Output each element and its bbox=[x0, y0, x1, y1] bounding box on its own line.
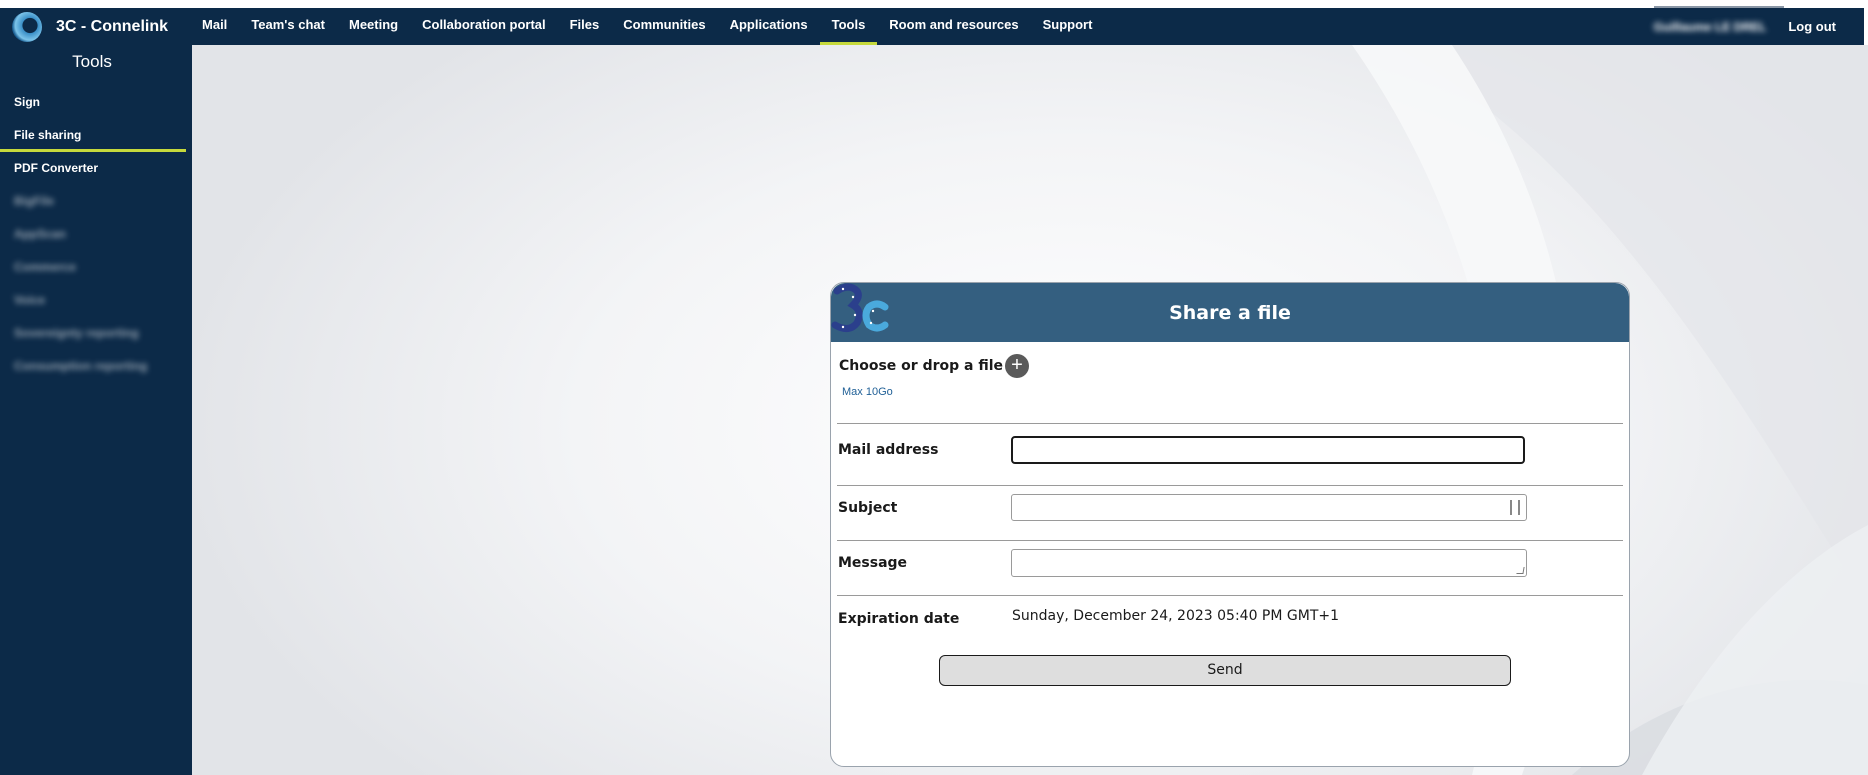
sidebar-list: Sign File sharing PDF Converter BigFile … bbox=[0, 86, 192, 383]
divider bbox=[837, 485, 1623, 486]
main-nav: Mail Team's chat Meeting Collaboration p… bbox=[190, 8, 1104, 45]
send-button[interactable]: Send bbox=[939, 655, 1511, 686]
sidebar-item-sign[interactable]: Sign bbox=[0, 86, 192, 119]
logout-link[interactable]: Log out bbox=[1788, 19, 1836, 34]
3c-logo-icon bbox=[831, 283, 889, 332]
sidebar-item-voice[interactable]: Voice bbox=[0, 284, 192, 317]
nav-item-meeting[interactable]: Meeting bbox=[337, 8, 410, 45]
sidebar-item-appscan[interactable]: AppScan bbox=[0, 218, 192, 251]
nav-item-files[interactable]: Files bbox=[558, 8, 612, 45]
nav-item-support[interactable]: Support bbox=[1031, 8, 1105, 45]
nav-item-teams-chat[interactable]: Team's chat bbox=[239, 8, 337, 45]
sidebar-item-file-sharing[interactable]: File sharing bbox=[0, 119, 192, 152]
sidebar-title: Tools bbox=[72, 52, 112, 71]
nav-item-collaboration-portal[interactable]: Collaboration portal bbox=[410, 8, 558, 45]
app-title: 3C - Connelink bbox=[56, 17, 169, 35]
share-file-card: Share a file Choose or drop a file + Max… bbox=[830, 282, 1630, 767]
sidebar-item-bigfile[interactable]: BigFile bbox=[0, 185, 192, 218]
sidebar-item-commerce[interactable]: Commerce bbox=[0, 251, 192, 284]
main-content: Share a file Choose or drop a file + Max… bbox=[192, 45, 1868, 775]
mail-address-label: Mail address bbox=[838, 442, 939, 458]
message-textarea[interactable] bbox=[1011, 549, 1527, 577]
card-title: Share a file bbox=[831, 283, 1629, 342]
input-tool-icon[interactable] bbox=[1510, 500, 1520, 515]
nav-item-mail[interactable]: Mail bbox=[190, 8, 239, 45]
nav-item-room-and-resources[interactable]: Room and resources bbox=[877, 8, 1030, 45]
connelink-logo-icon bbox=[12, 11, 42, 42]
user-area: Guillaume LE DREL Log out bbox=[1654, 6, 1864, 45]
nav-item-communities[interactable]: Communities bbox=[611, 8, 717, 45]
max-size-note: Max 10Go bbox=[842, 386, 893, 398]
user-name[interactable]: Guillaume LE DREL bbox=[1654, 20, 1767, 34]
nav-item-tools[interactable]: Tools bbox=[819, 8, 878, 45]
divider bbox=[837, 423, 1623, 424]
sidebar: Tools Sign File sharing PDF Converter Bi… bbox=[0, 45, 192, 775]
divider bbox=[837, 595, 1623, 596]
choose-file-label: Choose or drop a file bbox=[839, 358, 1004, 374]
plus-circle-icon[interactable]: + bbox=[1005, 354, 1030, 378]
sidebar-item-sovereignty-reporting[interactable]: Sovereignty reporting bbox=[0, 317, 192, 350]
top-navigation-bar: 3C - Connelink Mail Team's chat Meeting … bbox=[0, 6, 1864, 45]
resize-handle-icon[interactable] bbox=[1516, 567, 1525, 574]
user-underline bbox=[1654, 6, 1784, 8]
nav-item-applications[interactable]: Applications bbox=[718, 8, 820, 45]
subject-label: Subject bbox=[838, 500, 898, 516]
message-label: Message bbox=[838, 555, 908, 571]
file-picker[interactable]: Choose or drop a file + bbox=[831, 354, 1629, 378]
mail-address-input[interactable] bbox=[1011, 436, 1525, 464]
expiration-date-value: Sunday, December 24, 2023 05:40 PM GMT+1 bbox=[1012, 608, 1340, 624]
brand[interactable]: 3C - Connelink bbox=[0, 8, 190, 45]
sidebar-item-consumption-reporting[interactable]: Consumption reporting bbox=[0, 350, 192, 383]
expiration-date-label: Expiration date bbox=[838, 611, 960, 627]
subject-input[interactable] bbox=[1011, 494, 1527, 521]
sidebar-item-pdf-converter[interactable]: PDF Converter bbox=[0, 152, 192, 185]
divider bbox=[837, 540, 1623, 541]
